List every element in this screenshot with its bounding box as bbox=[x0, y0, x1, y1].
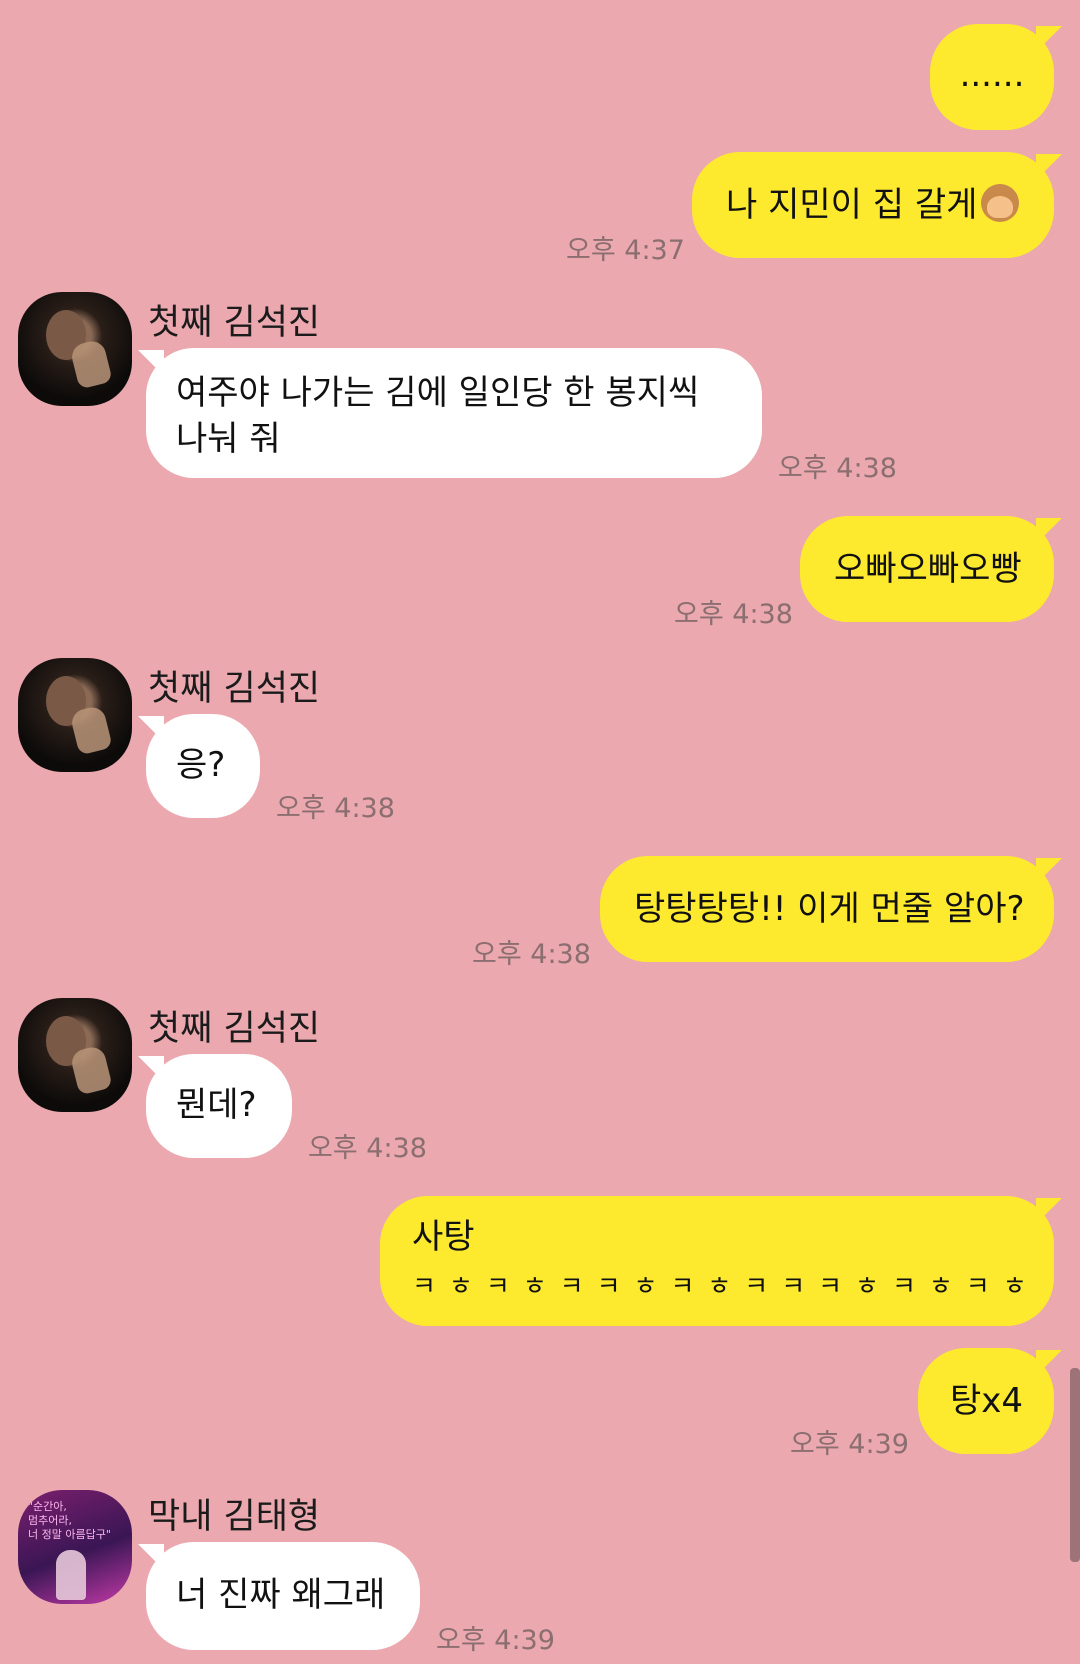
sender-name: 첫째 김석진 bbox=[148, 303, 321, 343]
my-message-bubble[interactable]: ...... bbox=[930, 24, 1062, 130]
message-time: 오후 4:38 bbox=[276, 793, 395, 824]
my-message-bubble[interactable]: 나 지민이 집 갈게 bbox=[692, 152, 1062, 258]
message-text: 응? bbox=[176, 745, 226, 785]
avatar-hand bbox=[69, 338, 113, 390]
message-time: 오후 4:39 bbox=[436, 1625, 555, 1656]
message-text: 뭔데? bbox=[176, 1085, 257, 1125]
message-text-line: 사탕 bbox=[412, 1217, 475, 1257]
scrollbar[interactable] bbox=[1070, 1368, 1080, 1562]
message-time: 오후 4:38 bbox=[778, 453, 897, 484]
my-message-bubble[interactable]: 탕탕탕탕!! 이게 먼줄 알아? bbox=[600, 856, 1062, 962]
message-text: 나 지민이 집 갈게 bbox=[726, 185, 978, 225]
sender-name: 첫째 김석진 bbox=[148, 1009, 321, 1049]
other-message-bubble[interactable]: 뭔데? bbox=[138, 1054, 292, 1158]
other-message-bubble[interactable]: 너 진짜 왜그래 bbox=[138, 1542, 420, 1650]
message-time: 오후 4:39 bbox=[790, 1429, 909, 1460]
avatar-hand bbox=[69, 704, 113, 756]
avatar-person bbox=[56, 1550, 86, 1600]
my-message-bubble[interactable]: 오빠오빠오빵 bbox=[800, 516, 1062, 622]
message-time: 오후 4:38 bbox=[308, 1133, 427, 1164]
avatar[interactable] bbox=[18, 292, 132, 406]
avatar[interactable]: "순간아, 멈추어라, 너 정말 아름답구" bbox=[18, 1490, 132, 1604]
message-time: 오후 4:37 bbox=[566, 235, 685, 266]
sender-name: 막내 김태형 bbox=[148, 1497, 321, 1537]
message-text-line: 여주야 나가는 김에 일인당 한 봉지씩 bbox=[176, 373, 700, 413]
avatar-neon-sign: "순간아, 멈추어라, 너 정말 아름답구" bbox=[28, 1500, 111, 1541]
avatar[interactable] bbox=[18, 658, 132, 772]
message-time: 오후 4:38 bbox=[674, 599, 793, 630]
my-message-bubble[interactable]: 탕x4 bbox=[918, 1348, 1062, 1454]
other-message-bubble[interactable]: 여주야 나가는 김에 일인당 한 봉지씩 나눠 줘 bbox=[138, 348, 762, 478]
message-text: 탕x4 bbox=[950, 1381, 1024, 1421]
avatar[interactable] bbox=[18, 998, 132, 1112]
facepalm-emoji-icon bbox=[981, 184, 1020, 222]
message-time: 오후 4:38 bbox=[472, 939, 591, 970]
other-message-bubble[interactable]: 응? bbox=[138, 714, 260, 818]
sender-name: 첫째 김석진 bbox=[148, 669, 321, 709]
message-text: 너 진짜 왜그래 bbox=[176, 1575, 386, 1615]
avatar-hand bbox=[69, 1044, 113, 1096]
message-text-line: ㅋㅎㅋㅎㅋㅋㅎㅋㅎㅋㅋㅋㅎㅋㅎㅋㅎ bbox=[412, 1272, 1040, 1302]
message-text: 탕탕탕탕!! 이게 먼줄 알아? bbox=[634, 889, 1025, 929]
message-text: ...... bbox=[959, 55, 1025, 95]
message-text: 오빠오빠오빵 bbox=[834, 549, 1022, 589]
my-message-bubble[interactable]: 사탕 ㅋㅎㅋㅎㅋㅋㅎㅋㅎㅋㅋㅋㅎㅋㅎㅋㅎ bbox=[380, 1196, 1062, 1326]
message-text-line: 나눠 줘 bbox=[176, 419, 281, 459]
